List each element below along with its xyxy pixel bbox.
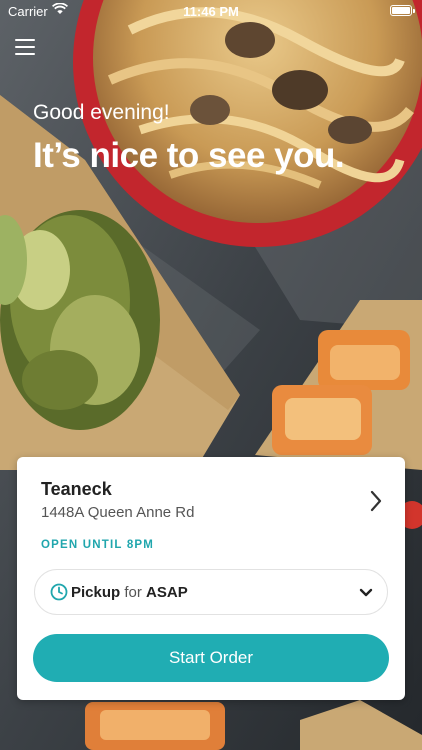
battery-icon (390, 5, 415, 16)
start-order-button[interactable]: Start Order (33, 634, 389, 682)
chevron-right-icon[interactable] (369, 489, 383, 513)
order-mode-time: ASAP (146, 584, 188, 601)
order-mode-text: Pickup for ASAP (71, 584, 188, 601)
store-address: 1448A Queen Anne Rd (41, 504, 195, 521)
open-hours-status: OPEN UNTIL 8PM (41, 539, 155, 551)
order-mode-dropdown[interactable]: Pickup for ASAP (34, 569, 388, 615)
greeting-text: Good evening! (33, 101, 170, 124)
order-mode-type: Pickup (71, 584, 121, 601)
status-bar: Carrier 11:46 PM (0, 0, 422, 24)
location-card: Teaneck 1448A Queen Anne Rd OPEN UNTIL 8… (17, 457, 405, 700)
status-time: 11:46 PM (183, 4, 239, 19)
store-name: Teaneck (41, 479, 112, 499)
order-mode-connector: for (124, 584, 142, 601)
chevron-down-icon (359, 588, 373, 597)
welcome-headline: It’s nice to see you. (33, 136, 345, 175)
menu-icon[interactable] (15, 38, 35, 56)
clock-icon (50, 583, 68, 601)
